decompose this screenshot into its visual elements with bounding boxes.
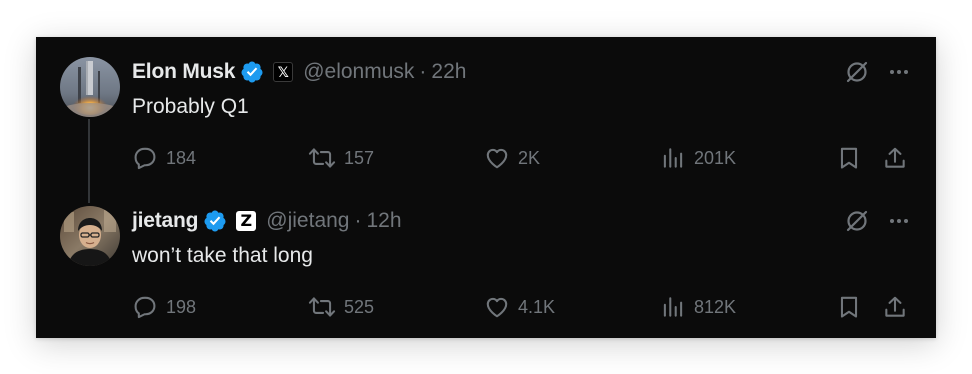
repost-button[interactable]: 157 xyxy=(308,143,374,173)
repost-icon xyxy=(308,148,336,168)
verified-badge-icon xyxy=(203,209,227,233)
bookmark-button[interactable] xyxy=(836,143,862,173)
views-icon xyxy=(663,297,683,317)
tweet-timestamp[interactable]: 12h xyxy=(366,209,401,233)
views-button[interactable]: 812K xyxy=(660,292,736,322)
share-icon xyxy=(885,147,905,168)
author-name[interactable]: jietang xyxy=(132,209,198,233)
tweet-actions-bar: 184 157 2K 201K xyxy=(132,143,912,173)
view-count: 201K xyxy=(694,147,737,168)
affiliation-badge-x-icon[interactable]: 𝕏 xyxy=(273,62,294,82)
avatar[interactable] xyxy=(60,206,120,266)
like-icon xyxy=(486,297,508,318)
meta-separator: · xyxy=(354,209,362,232)
like-count: 2K xyxy=(518,147,541,168)
avatar-rocket-image xyxy=(60,57,120,117)
tweet-timestamp[interactable]: 22h xyxy=(431,60,466,84)
bookmark-button[interactable] xyxy=(836,292,862,322)
share-icon xyxy=(885,296,905,317)
like-button[interactable]: 2K xyxy=(484,143,540,173)
like-icon xyxy=(486,148,508,169)
tweet-header: jietang Z @jietang · 12h xyxy=(132,204,402,238)
view-count: 812K xyxy=(694,296,737,317)
verified-badge-icon xyxy=(240,60,264,84)
more-icon[interactable] xyxy=(886,208,912,234)
reply-icon xyxy=(134,296,156,319)
avatar-portrait-image xyxy=(60,206,120,266)
views-button[interactable]: 201K xyxy=(660,143,736,173)
tweet-text: won’t take that long xyxy=(132,244,313,267)
author-name[interactable]: Elon Musk xyxy=(132,60,235,84)
repost-count: 157 xyxy=(344,147,375,168)
tweet-top-actions xyxy=(844,208,912,234)
repost-icon xyxy=(308,297,336,317)
avatar[interactable] xyxy=(60,57,120,117)
reply-count: 184 xyxy=(166,147,197,168)
tweet-text: Probably Q1 xyxy=(132,95,249,118)
affiliation-badge-z-icon[interactable]: Z xyxy=(236,211,257,231)
repost-button[interactable]: 525 xyxy=(308,292,374,322)
share-button[interactable] xyxy=(882,143,908,173)
bookmark-icon xyxy=(840,296,858,318)
views-icon xyxy=(663,148,683,168)
share-button[interactable] xyxy=(882,292,908,322)
like-count: 4.1K xyxy=(518,296,556,317)
thread-connector-line xyxy=(88,119,90,203)
reply-icon xyxy=(134,147,156,170)
tweet-actions-bar: 198 525 4.1K 812K xyxy=(132,292,912,322)
grok-icon[interactable] xyxy=(844,208,870,234)
bookmark-icon xyxy=(840,147,858,169)
tweet-thread-card: Elon Musk 𝕏 @elonmusk · 22h Probably Q1 … xyxy=(36,37,936,338)
like-button[interactable]: 4.1K xyxy=(484,292,555,322)
tweet-header: Elon Musk 𝕏 @elonmusk · 22h xyxy=(132,55,466,89)
repost-count: 525 xyxy=(344,296,375,317)
reply-button[interactable]: 198 xyxy=(132,292,196,322)
grok-icon[interactable] xyxy=(844,59,870,85)
more-icon[interactable] xyxy=(886,59,912,85)
author-handle[interactable]: @jietang xyxy=(266,209,349,233)
reply-count: 198 xyxy=(166,296,197,317)
tweet-top-actions xyxy=(844,59,912,85)
meta-separator: · xyxy=(419,60,427,83)
author-handle[interactable]: @elonmusk xyxy=(303,60,414,84)
reply-button[interactable]: 184 xyxy=(132,143,196,173)
